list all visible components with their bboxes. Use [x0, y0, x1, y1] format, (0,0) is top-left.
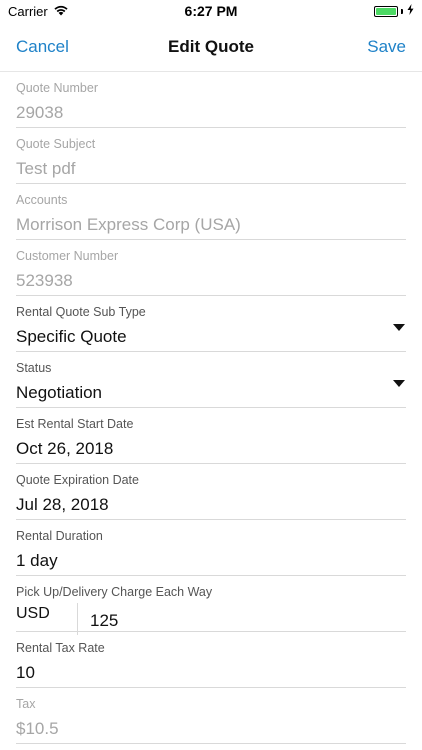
caret-down-icon — [393, 324, 405, 331]
accounts-label: Accounts — [16, 193, 68, 207]
status-left: Carrier — [8, 4, 69, 19]
rental-quote-sub-type-dropdown[interactable]: Rental Quote Sub Type Specific Quote — [16, 296, 406, 352]
customer-number-field: Customer Number 523938 — [16, 240, 406, 296]
rental-duration-field[interactable]: Rental Duration 1 day — [16, 520, 406, 576]
rental-quote-sub-type-value: Specific Quote — [16, 327, 127, 346]
quote-subject-field: Quote Subject Test pdf — [16, 128, 406, 184]
quote-expiration-date-field[interactable]: Quote Expiration Date Jul 28, 2018 — [16, 464, 406, 520]
tax-label: Tax — [16, 697, 36, 711]
charge-amount-input[interactable]: 125 — [78, 603, 118, 635]
quote-number-label: Quote Number — [16, 81, 98, 95]
caret-down-icon — [393, 380, 405, 387]
rental-tax-rate-value: 10 — [16, 663, 35, 682]
est-rental-start-date-field[interactable]: Est Rental Start Date Oct 26, 2018 — [16, 408, 406, 464]
accounts-field: Accounts Morrison Express Corp (USA) — [16, 184, 406, 240]
est-rental-start-date-value: Oct 26, 2018 — [16, 439, 114, 458]
pickup-delivery-charge-field: Pick Up/Delivery Charge Each Way USD 125 — [16, 576, 406, 635]
edit-quote-form: Quote Number 29038 Quote Subject Test pd… — [16, 72, 406, 744]
status-dropdown[interactable]: Status Negotiation — [16, 352, 406, 408]
customer-number-label: Customer Number — [16, 249, 119, 263]
wifi-icon — [53, 4, 69, 19]
accounts-value: Morrison Express Corp (USA) — [16, 215, 241, 234]
battery-fill — [376, 7, 396, 15]
quote-subject-label: Quote Subject — [16, 137, 96, 151]
rental-duration-value: 1 day — [16, 551, 58, 570]
rental-duration-label: Rental Duration — [16, 529, 103, 543]
tax-value: $10.5 — [16, 719, 59, 738]
status-bar: Carrier 6:27 PM — [0, 0, 422, 22]
quote-number-value: 29038 — [16, 103, 64, 122]
quote-expiration-date-label: Quote Expiration Date — [16, 473, 139, 487]
status-value: Negotiation — [16, 383, 103, 402]
customer-number-value: 523938 — [16, 271, 73, 290]
status-label: Status — [16, 361, 52, 375]
carrier-label: Carrier — [8, 3, 48, 19]
quote-number-field: Quote Number 29038 — [16, 72, 406, 128]
battery-icon — [374, 5, 398, 17]
cancel-button[interactable]: Cancel — [16, 37, 69, 57]
currency-selector[interactable]: USD — [16, 603, 78, 635]
save-button[interactable]: Save — [367, 37, 406, 57]
quote-subject-value: Test pdf — [16, 159, 76, 178]
currency-row: USD 125 — [16, 603, 406, 635]
tax-field: Tax $10.5 — [16, 688, 406, 744]
rental-tax-rate-field[interactable]: Rental Tax Rate 10 — [16, 632, 406, 688]
status-right — [374, 4, 414, 18]
charging-bolt-icon — [407, 4, 414, 18]
rental-tax-rate-label: Rental Tax Rate — [16, 641, 105, 655]
pickup-delivery-charge-label: Pick Up/Delivery Charge Each Way — [16, 585, 213, 599]
est-rental-start-date-label: Est Rental Start Date — [16, 417, 134, 431]
rental-quote-sub-type-label: Rental Quote Sub Type — [16, 305, 146, 319]
nav-bar: Cancel Edit Quote Save — [0, 22, 422, 72]
battery-tip — [401, 8, 403, 14]
quote-expiration-date-value: Jul 28, 2018 — [16, 495, 109, 514]
